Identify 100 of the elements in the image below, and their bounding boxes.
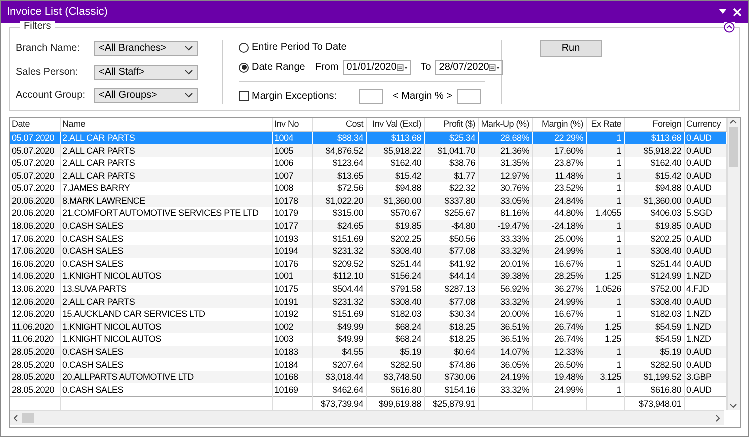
group-title: Filters xyxy=(20,21,56,32)
table-cell: 24.84% xyxy=(532,194,586,208)
table-cell: 1.NZD xyxy=(684,320,726,334)
scroll-up-icon[interactable] xyxy=(730,120,738,124)
table-cell: $308.40 xyxy=(624,295,684,308)
close-icon[interactable] xyxy=(733,8,742,16)
table-cell: 05.07.2020 xyxy=(10,144,60,157)
table-cell: $231.32 xyxy=(312,295,366,308)
table-cell: 0.CASH SALES xyxy=(60,220,272,232)
field-label: From xyxy=(315,62,339,74)
table-cell: 1005 xyxy=(272,144,312,157)
date-field[interactable]: 28/07/2020 xyxy=(435,60,504,76)
scrollbar-thumb[interactable] xyxy=(22,413,34,423)
table-cell: 10191 xyxy=(272,295,312,308)
column-header[interactable]: Profit ($) xyxy=(424,118,478,132)
table-cell: 26.74% xyxy=(532,320,586,334)
table-cell: $462.64 xyxy=(312,383,366,397)
radio-option[interactable]: Date Range xyxy=(239,62,306,74)
checkbox[interactable]: Margin Exceptions: xyxy=(239,90,338,102)
calendar-icon[interactable] xyxy=(489,64,500,72)
table-cell: 18.06.2020 xyxy=(10,220,60,232)
table-cell: $616.80 xyxy=(366,383,424,397)
column-header[interactable]: Ex Rate xyxy=(586,118,624,132)
table-cell: 20.06.2020 xyxy=(10,194,60,208)
table-cell: $18.25 xyxy=(424,320,478,334)
field-label: Account Group: xyxy=(16,90,86,102)
input-field[interactable] xyxy=(359,88,384,104)
scrollbar-thumb[interactable] xyxy=(729,127,738,167)
run-button[interactable]: Run xyxy=(540,40,602,57)
table-cell: $616.80 xyxy=(624,383,684,397)
table-cell: $113.68 xyxy=(624,131,684,144)
table-cell: 28.25% xyxy=(532,270,586,283)
column-header[interactable]: Inv No xyxy=(272,118,312,132)
table-cell: 1002 xyxy=(272,320,312,334)
table-cell: 3.GBP xyxy=(684,370,726,384)
table-cell: $15.42 xyxy=(624,169,684,182)
table-cell: 0.AUD xyxy=(684,194,726,208)
table-cell: 20.ALLPARTS AUTOMOTIVE LTD xyxy=(60,370,272,384)
table-cell: $1,360.00 xyxy=(366,194,424,208)
table-cell: 0.CASH SALES xyxy=(60,244,272,258)
table-cell: 0.AUD xyxy=(684,169,726,182)
chevron-icon xyxy=(185,70,193,74)
calendar-icon[interactable] xyxy=(396,64,408,72)
table-cell: $5,918.22 xyxy=(624,144,684,157)
column-header[interactable]: Mark-Up (%) xyxy=(478,118,532,132)
table-cell: 2.ALL CAR PARTS xyxy=(60,144,272,157)
table-cell: $730.06 xyxy=(424,370,478,384)
table-cell: $308.40 xyxy=(366,295,424,308)
scroll-right-icon[interactable] xyxy=(716,414,720,422)
input-field[interactable] xyxy=(456,88,481,104)
table-cell: 1 xyxy=(586,144,624,157)
table-cell: $25.34 xyxy=(424,131,478,144)
column-header[interactable]: Date xyxy=(10,118,60,132)
dropdown-icon[interactable] xyxy=(719,9,727,15)
table-cell: $4,876.52 xyxy=(312,144,366,157)
table-cell: 0.AUD xyxy=(684,131,726,144)
window-title: Invoice List (Classic) xyxy=(7,6,109,18)
column-header[interactable]: Cost xyxy=(312,118,366,132)
table-cell: 0.AUD xyxy=(684,244,726,258)
table-cell: $68.24 xyxy=(366,320,424,334)
table-cell: 1007 xyxy=(272,169,312,182)
table-cell: 10194 xyxy=(272,244,312,258)
table-cell: $44.14 xyxy=(424,270,478,283)
table-cell: 1004 xyxy=(272,131,312,144)
collapse-icon[interactable] xyxy=(724,22,735,33)
table-cell: 1.KNIGHT NICOL AUTOS xyxy=(60,320,272,334)
column-header[interactable]: Inv Val (Excl) xyxy=(366,118,424,132)
table-cell: 2.ALL CAR PARTS xyxy=(60,295,272,308)
table-cell: 24.99% xyxy=(532,244,586,258)
column-header[interactable]: Currency xyxy=(684,118,726,132)
date-field[interactable]: 01/01/2020 xyxy=(342,60,411,76)
dropdown-field[interactable]: <All Staff> xyxy=(94,64,198,80)
table-cell: 33.32% xyxy=(478,244,532,258)
table-cell: 2.ALL CAR PARTS xyxy=(60,131,272,144)
table-cell: 11.48% xyxy=(532,169,586,182)
table-cell: 8.MARK LAWRENCE xyxy=(60,194,272,208)
dropdown-field[interactable]: <All Branches> xyxy=(94,40,198,56)
table-cell: 12.97% xyxy=(478,169,532,182)
table-cell: 1 xyxy=(586,295,624,308)
table-cell: 21.36% xyxy=(478,144,532,157)
column-header[interactable]: Foreign xyxy=(624,118,684,132)
table-cell: 14.07% xyxy=(478,346,532,358)
table-cell: 1 xyxy=(586,383,624,397)
radio-option[interactable]: Entire Period To Date xyxy=(239,42,347,54)
table-cell: $3,748.50 xyxy=(366,370,424,384)
table-cell: $113.68 xyxy=(366,131,424,144)
table-cell: $1.77 xyxy=(424,169,478,182)
field-label: Branch Name: xyxy=(16,42,81,54)
dropdown-field[interactable]: <All Groups> xyxy=(94,88,198,104)
column-header[interactable]: Name xyxy=(60,118,272,132)
table-cell: $88.34 xyxy=(312,131,366,144)
scroll-down-icon[interactable] xyxy=(730,404,738,408)
table-cell: $1,022.20 xyxy=(312,194,366,208)
column-header[interactable]: Margin (%) xyxy=(532,118,586,132)
scroll-left-icon[interactable] xyxy=(14,414,18,422)
table-cell: 33.32% xyxy=(478,295,532,308)
table-cell: $13.65 xyxy=(312,169,366,182)
table-cell: $19.85 xyxy=(624,220,684,232)
field-label: To xyxy=(420,62,432,74)
table-cell: 10183 xyxy=(272,346,312,358)
